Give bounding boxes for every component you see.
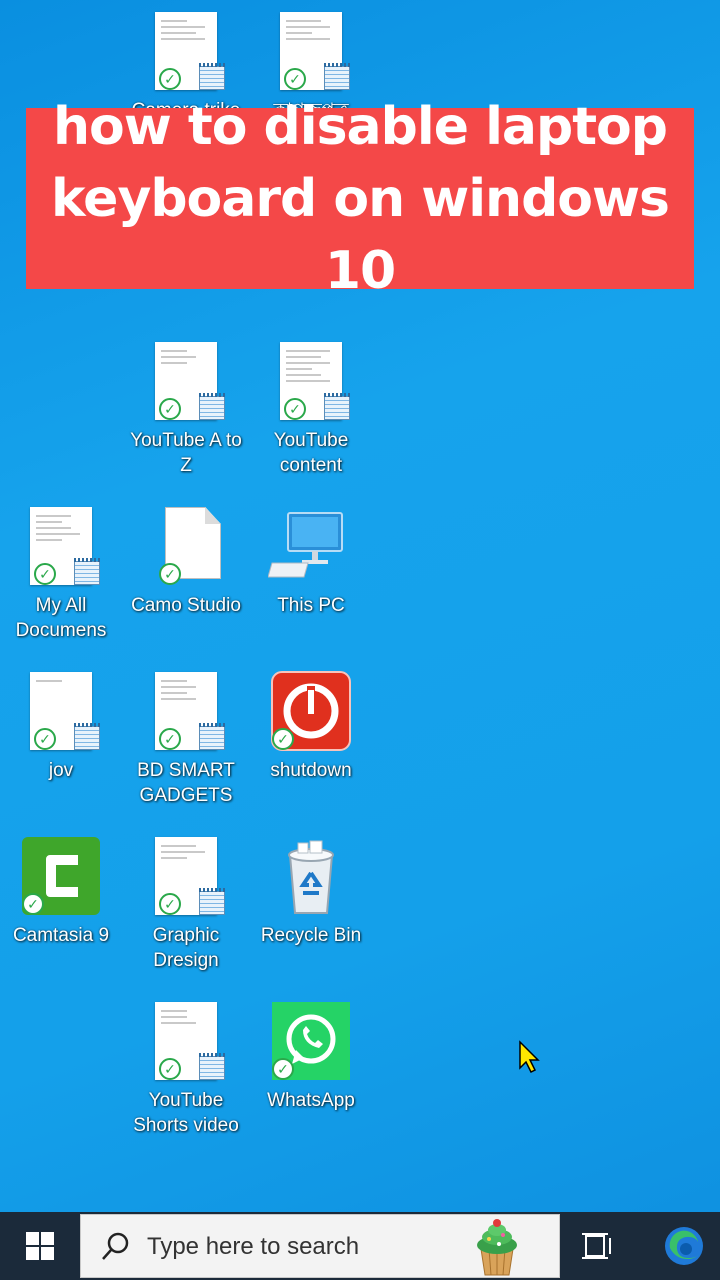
mouse-cursor-icon bbox=[519, 1040, 540, 1074]
notepad-icon bbox=[199, 1053, 225, 1080]
notepad-icon bbox=[199, 393, 225, 420]
notepad-icon bbox=[199, 63, 225, 90]
notepad-icon bbox=[74, 558, 100, 585]
notepad-icon bbox=[324, 63, 350, 90]
sync-check-icon: ✓ bbox=[159, 68, 181, 90]
desktop-icon-graphic-dresign[interactable]: ✓ Graphic Dresign bbox=[127, 833, 245, 973]
edge-icon[interactable] bbox=[662, 1224, 706, 1268]
sync-check-icon: ✓ bbox=[272, 728, 294, 750]
desktop-icon-this-pc[interactable]: This PC bbox=[252, 503, 370, 618]
notepad-icon bbox=[199, 888, 225, 915]
recycle-bin-icon bbox=[288, 840, 334, 914]
icon-label: Recycle Bin bbox=[260, 925, 362, 946]
desktop-icon-whatsapp[interactable]: ✓ WhatsApp bbox=[252, 998, 370, 1113]
desktop-icon-camo-studio[interactable]: ✓ Camo Studio bbox=[127, 503, 245, 618]
sync-check-icon: ✓ bbox=[159, 1058, 181, 1080]
icon-label: Graphic Dresign bbox=[152, 925, 220, 971]
sync-check-icon: ✓ bbox=[159, 728, 181, 750]
sync-check-icon: ✓ bbox=[159, 893, 181, 915]
search-placeholder: Type here to search bbox=[147, 1233, 360, 1260]
desktop-icon-my-all-documens[interactable]: ✓ My All Documens bbox=[2, 503, 120, 643]
icon-label: BD SMART GADGETS bbox=[137, 760, 235, 806]
icon-label: Camtasia 9 bbox=[12, 925, 110, 946]
desktop-icon-youtube-shorts-video[interactable]: ✓ YouTube Shorts video bbox=[127, 998, 245, 1138]
desktop-icon-recycle-bin[interactable]: Recycle Bin bbox=[252, 833, 370, 948]
desktop: ✓ Camera trike ✓ কাগজপত্র ✓ YouTube A to… bbox=[0, 0, 720, 1212]
search-icon bbox=[102, 1232, 129, 1260]
desktop-icon-shutdown[interactable]: ✓ shutdown bbox=[252, 668, 370, 783]
notepad-icon bbox=[74, 723, 100, 750]
desktop-icon-youtube-content[interactable]: ✓ YouTube content bbox=[252, 338, 370, 478]
desktop-icon-camtasia-9[interactable]: ✓ Camtasia 9 bbox=[2, 833, 120, 948]
taskbar: Type here to search bbox=[0, 1212, 720, 1280]
sync-check-icon: ✓ bbox=[34, 563, 56, 585]
sync-check-icon: ✓ bbox=[159, 563, 181, 585]
icon-label: jov bbox=[48, 760, 74, 781]
desktop-icon-bd-smart-gadgets[interactable]: ✓ BD SMART GADGETS bbox=[127, 668, 245, 808]
icon-label: This PC bbox=[277, 595, 345, 616]
start-button[interactable] bbox=[0, 1212, 80, 1280]
sync-check-icon: ✓ bbox=[272, 1058, 294, 1080]
icon-label: My All Documens bbox=[15, 595, 107, 641]
icon-label: WhatsApp bbox=[267, 1090, 355, 1111]
sync-check-icon: ✓ bbox=[284, 398, 306, 420]
sync-check-icon: ✓ bbox=[159, 398, 181, 420]
icon-label: YouTube content bbox=[273, 430, 349, 476]
windows-start-icon bbox=[26, 1232, 54, 1260]
notepad-icon bbox=[324, 393, 350, 420]
computer-icon bbox=[267, 512, 343, 578]
icon-label: shutdown bbox=[270, 760, 352, 781]
sync-check-icon: ✓ bbox=[22, 893, 44, 915]
title-banner: how to disable laptop keyboard on window… bbox=[26, 97, 694, 301]
task-view-icon[interactable] bbox=[578, 1226, 618, 1266]
notepad-icon bbox=[199, 723, 225, 750]
desktop-icon-jov[interactable]: ✓ jov bbox=[2, 668, 120, 783]
icon-label: Camo Studio bbox=[131, 595, 241, 616]
cupcake-icon[interactable] bbox=[469, 1217, 525, 1277]
banner-title: how to disable laptop keyboard on window… bbox=[50, 96, 670, 301]
icon-label: YouTube Shorts video bbox=[133, 1090, 239, 1136]
sync-check-icon: ✓ bbox=[284, 68, 306, 90]
desktop-icon-youtube-a-to-z[interactable]: ✓ YouTube A to Z bbox=[127, 338, 245, 478]
taskbar-search-box[interactable]: Type here to search bbox=[80, 1214, 560, 1278]
icon-label: YouTube A to Z bbox=[130, 430, 242, 476]
sync-check-icon: ✓ bbox=[34, 728, 56, 750]
